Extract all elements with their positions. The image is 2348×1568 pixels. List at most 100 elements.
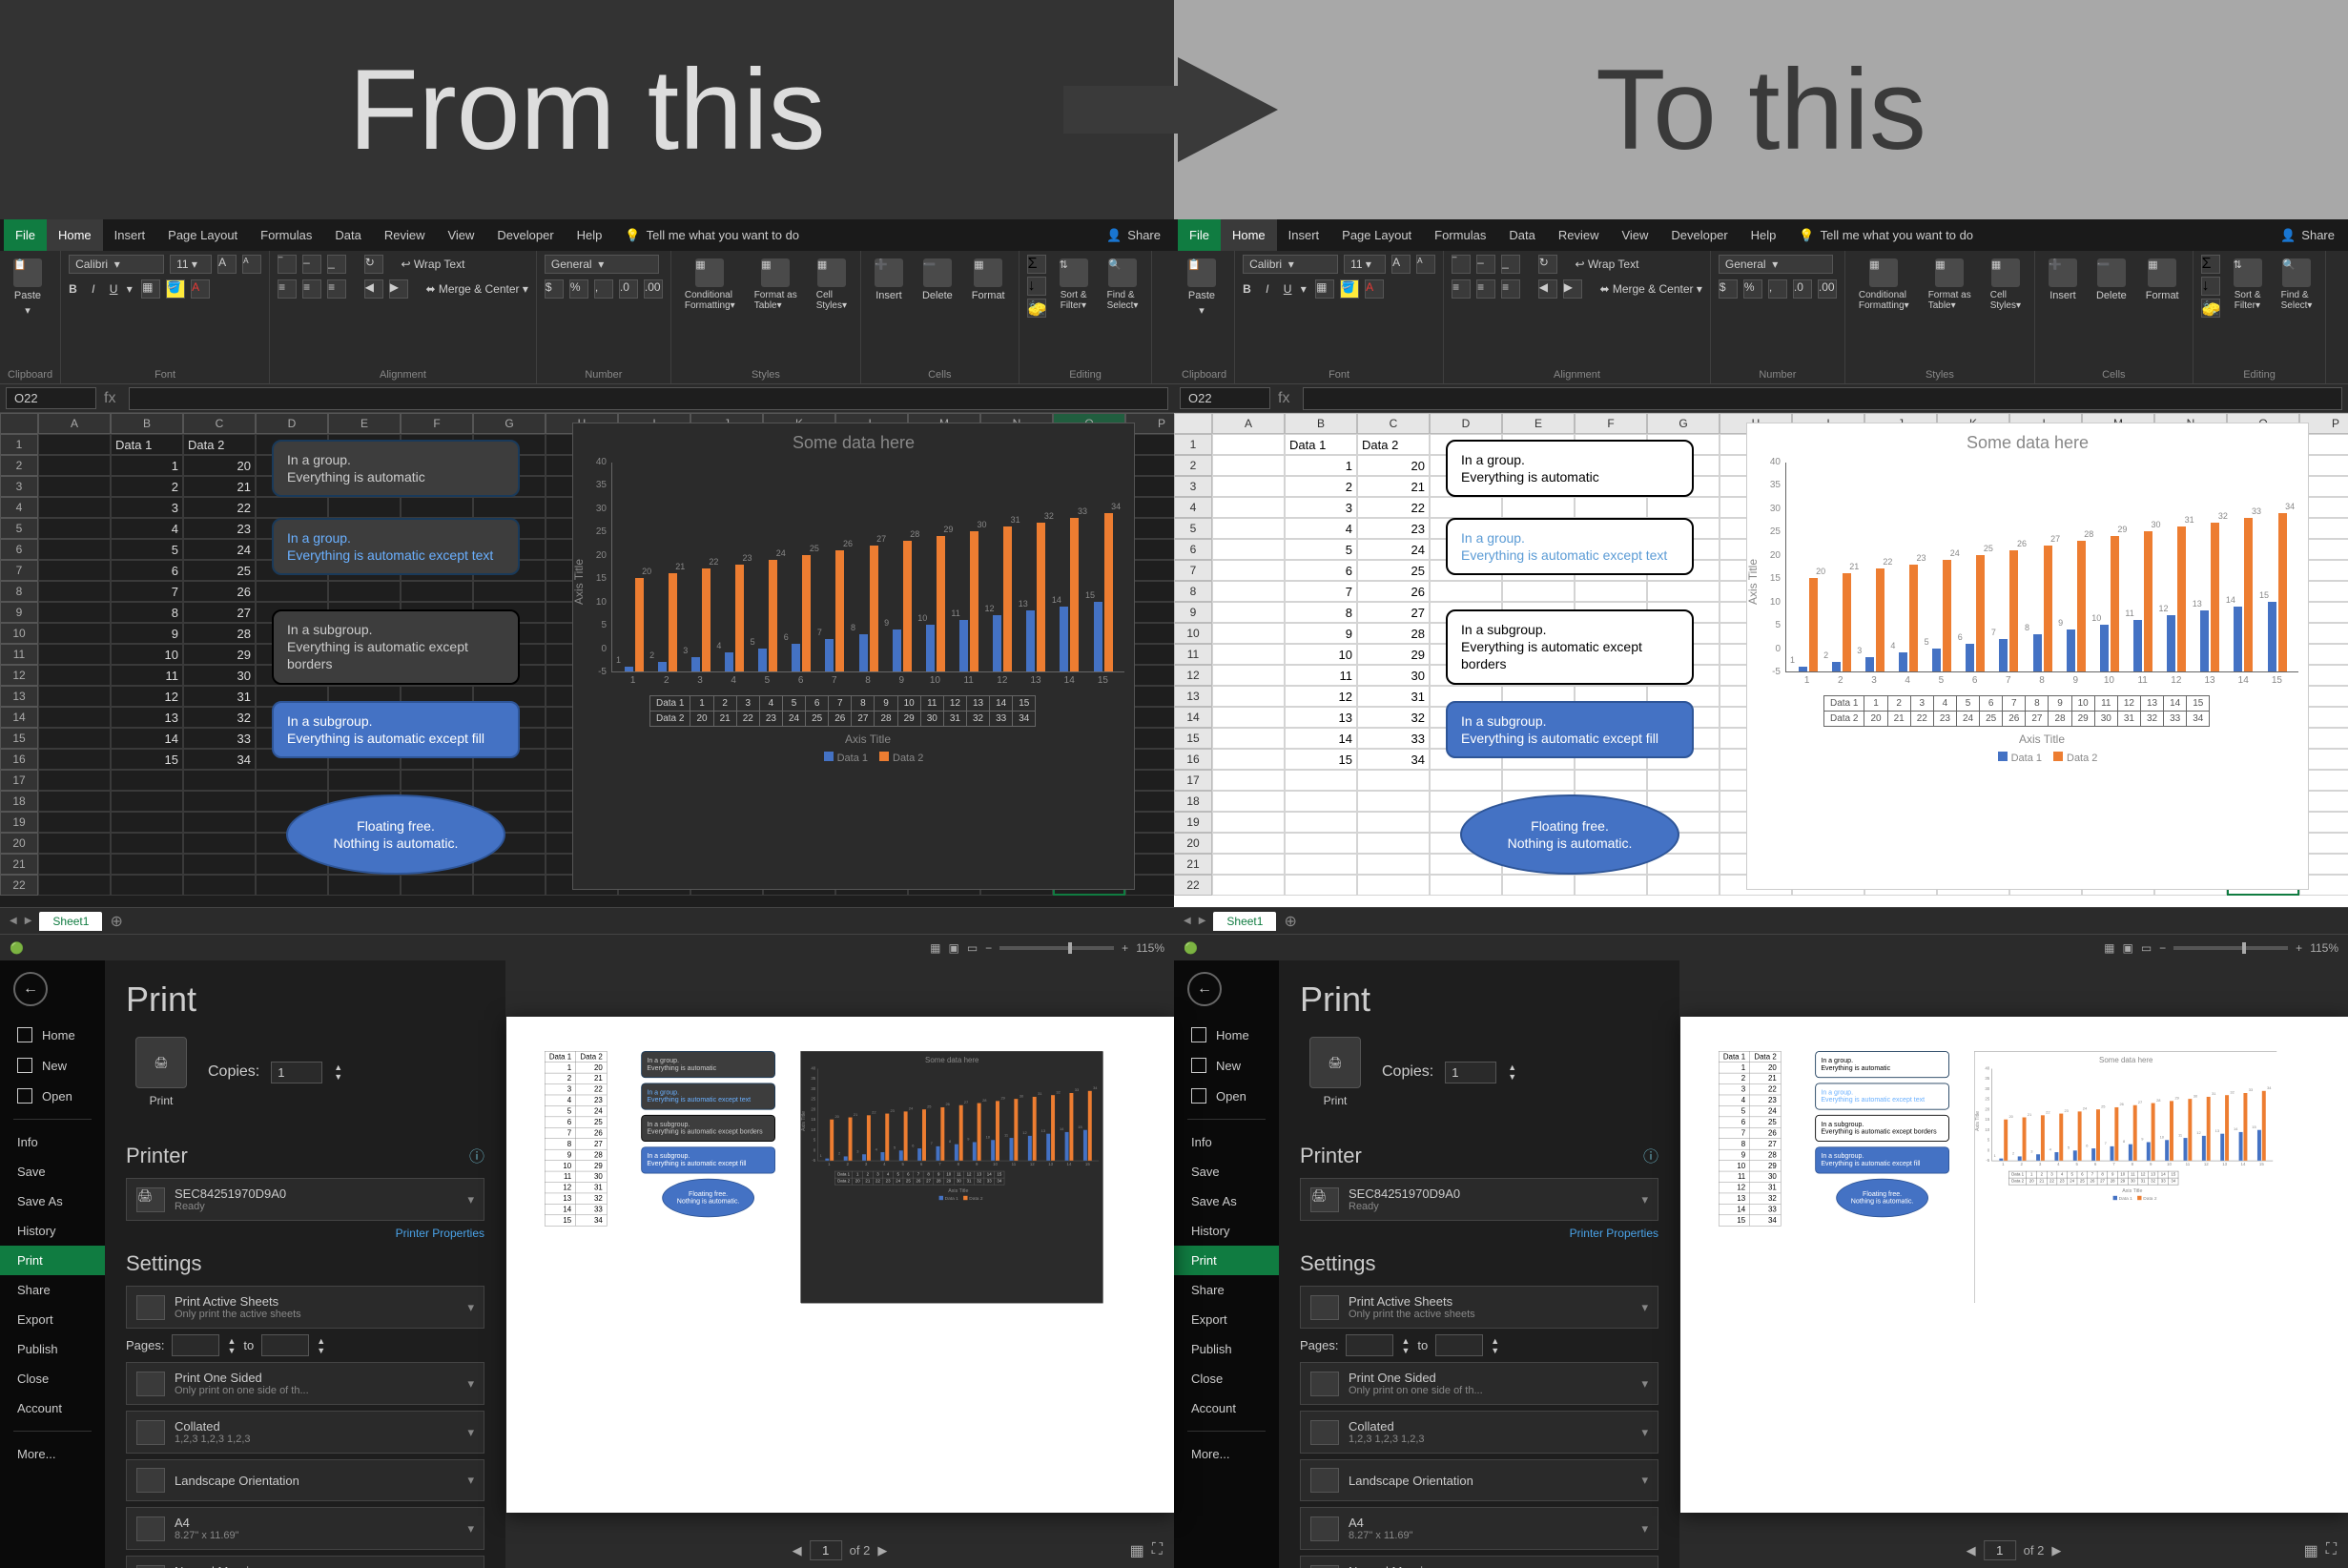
cell-empty[interactable] <box>401 581 473 602</box>
menu-tab-insert[interactable]: Insert <box>1277 219 1331 251</box>
cell-B9[interactable]: 8 <box>111 602 183 623</box>
number-format-dropdown[interactable]: General ▾ <box>1719 255 1833 274</box>
formula-input[interactable] <box>129 387 1168 410</box>
sheet-tab-1[interactable]: Sheet1 <box>39 912 102 931</box>
cell-C14[interactable]: 32 <box>183 707 256 728</box>
setting-0[interactable]: Print Active SheetsOnly print the active… <box>126 1286 484 1329</box>
cell-empty[interactable] <box>1212 560 1285 581</box>
cell-empty[interactable] <box>1285 833 1357 854</box>
view-normal-icon[interactable]: ▦ <box>930 941 940 955</box>
share-button[interactable]: 👤Share <box>1106 228 1170 243</box>
row-header-1[interactable]: 1 <box>1174 434 1212 455</box>
cell-empty[interactable] <box>1212 434 1285 455</box>
align-middle-icon[interactable]: – <box>1476 255 1495 274</box>
cell-C5[interactable]: 23 <box>183 518 256 539</box>
page-from-input[interactable] <box>1346 1334 1393 1356</box>
callout-4[interactable]: In a subgroup.Everything is automatic ex… <box>1446 701 1694 758</box>
column-header-D[interactable]: D <box>256 413 328 434</box>
column-header-B[interactable]: B <box>111 413 183 434</box>
cell-C6[interactable]: 24 <box>1357 539 1430 560</box>
next-page-icon[interactable]: ▶ <box>877 1543 887 1558</box>
nav-home[interactable]: Home <box>1174 1020 1279 1050</box>
column-header-F[interactable]: F <box>1575 413 1647 434</box>
zoom-in-icon[interactable]: + <box>1122 941 1128 955</box>
wrap-text-button[interactable]: ↩ Wrap Text <box>1575 258 1638 271</box>
printer-dropdown[interactable]: 🖨SEC84251970D9A0Ready▾ <box>1300 1178 1658 1221</box>
view-layout-icon[interactable]: ▣ <box>948 941 958 955</box>
cell-empty[interactable] <box>1502 497 1575 518</box>
cell-empty[interactable] <box>38 539 111 560</box>
row-header-3[interactable]: 3 <box>1174 476 1212 497</box>
sheet-tab-1[interactable]: Sheet1 <box>1213 912 1276 931</box>
cell-B8[interactable]: 7 <box>1285 581 1357 602</box>
cell-empty[interactable] <box>1212 854 1285 875</box>
callout-5[interactable]: Floating free.Nothing is automatic. <box>286 794 505 875</box>
cell-C11[interactable]: 29 <box>183 644 256 665</box>
row-header-21[interactable]: 21 <box>0 854 38 875</box>
cell-B6[interactable]: 5 <box>1285 539 1357 560</box>
row-header-5[interactable]: 5 <box>0 518 38 539</box>
cell-empty[interactable] <box>256 770 328 791</box>
cell-C8[interactable]: 26 <box>183 581 256 602</box>
cell-empty[interactable] <box>1212 686 1285 707</box>
menu-tab-page-layout[interactable]: Page Layout <box>156 219 249 251</box>
zoom-to-page-icon[interactable]: ⛶ <box>2326 1541 2337 1560</box>
callout-4[interactable]: In a subgroup.Everything is automatic ex… <box>272 701 520 758</box>
insert-cells-button[interactable]: ➕Insert <box>869 255 909 305</box>
row-header-15[interactable]: 15 <box>1174 728 1212 749</box>
zoom-slider[interactable] <box>2173 946 2288 950</box>
row-header-16[interactable]: 16 <box>0 749 38 770</box>
cell-C13[interactable]: 31 <box>183 686 256 707</box>
chart[interactable]: Some data here Axis Title -5051015202530… <box>1746 423 2309 890</box>
menu-tab-help[interactable]: Help <box>566 219 614 251</box>
cell-empty[interactable] <box>256 581 328 602</box>
decrease-font-icon[interactable]: ᴬ <box>1416 255 1435 274</box>
row-header-17[interactable]: 17 <box>1174 770 1212 791</box>
column-header-G[interactable]: G <box>1647 413 1720 434</box>
delete-cells-button[interactable]: ➖Delete <box>2091 255 2132 305</box>
cell-empty[interactable] <box>38 518 111 539</box>
cell-B16[interactable]: 15 <box>1285 749 1357 770</box>
cell-empty[interactable] <box>1212 833 1285 854</box>
align-left-icon[interactable]: ≡ <box>278 279 297 299</box>
align-center-icon[interactable]: ≡ <box>1476 279 1495 299</box>
sort-filter-button[interactable]: ⇅Sort & Filter▾ <box>2228 255 2268 315</box>
printer-info-icon[interactable]: ⓘ <box>469 1144 484 1166</box>
cell-empty[interactable] <box>183 854 256 875</box>
row-header-14[interactable]: 14 <box>1174 707 1212 728</box>
decrease-decimal-icon[interactable]: .00 <box>1818 279 1837 299</box>
bold-button[interactable]: B <box>1243 282 1251 296</box>
cell-empty[interactable] <box>38 770 111 791</box>
cell-B15[interactable]: 14 <box>111 728 183 749</box>
orientation-icon[interactable]: ↻ <box>364 255 383 274</box>
setting-5[interactable]: Normal MarginsTop: 0.75" Bottom: 0.75" L… <box>1300 1556 1658 1568</box>
cell-empty[interactable] <box>256 497 328 518</box>
cell-empty[interactable] <box>473 875 546 896</box>
row-header-13[interactable]: 13 <box>0 686 38 707</box>
row-header-20[interactable]: 20 <box>0 833 38 854</box>
cell-empty[interactable] <box>473 497 546 518</box>
cell-C15[interactable]: 33 <box>1357 728 1430 749</box>
name-box[interactable] <box>6 387 96 409</box>
menu-tab-insert[interactable]: Insert <box>103 219 157 251</box>
menu-tab-file[interactable]: File <box>4 219 47 251</box>
row-header-11[interactable]: 11 <box>0 644 38 665</box>
font-size-dropdown[interactable]: 11 ▾ <box>170 255 212 274</box>
menu-tab-home[interactable]: Home <box>47 219 103 251</box>
row-header-22[interactable]: 22 <box>0 875 38 896</box>
cell-C3[interactable]: 21 <box>1357 476 1430 497</box>
menu-tab-developer[interactable]: Developer <box>485 219 565 251</box>
tab-nav-next-icon[interactable]: ▶ <box>1199 916 1206 926</box>
cell-empty[interactable] <box>1212 539 1285 560</box>
nav-save-as[interactable]: Save As <box>0 1186 105 1216</box>
cell-empty[interactable] <box>1285 791 1357 812</box>
indent-right-icon[interactable]: ▶ <box>389 279 408 299</box>
printer-properties-link[interactable]: Printer Properties <box>126 1227 484 1240</box>
cell-C2[interactable]: 20 <box>183 455 256 476</box>
zoom-slider[interactable] <box>999 946 1114 950</box>
cell-empty[interactable] <box>183 833 256 854</box>
cell-empty[interactable] <box>111 854 183 875</box>
format-as-table-button[interactable]: ▦Format as Table▾ <box>749 255 803 315</box>
cell-B16[interactable]: 15 <box>111 749 183 770</box>
zoom-in-icon[interactable]: + <box>2296 941 2302 955</box>
